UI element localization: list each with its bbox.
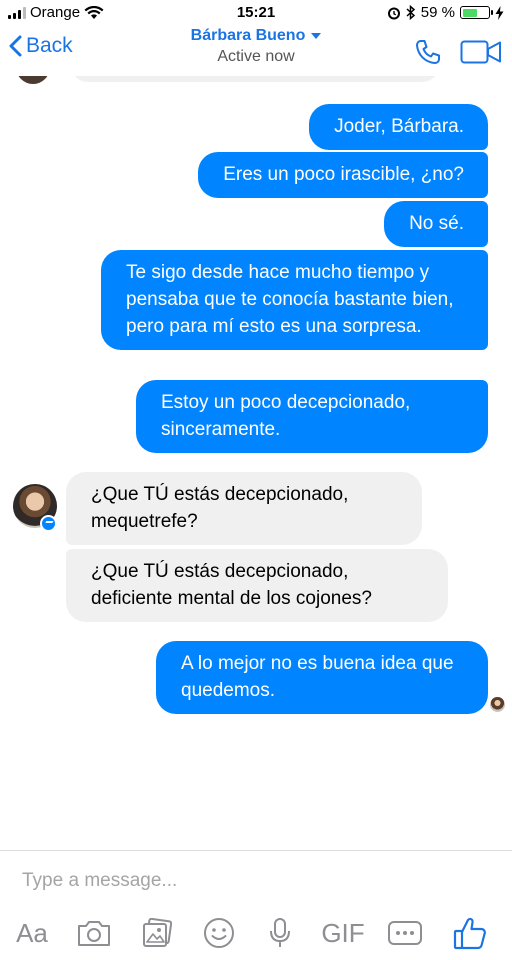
- outgoing-message[interactable]: Eres un poco irascible, ¿no?: [198, 152, 488, 198]
- thumbs-up-icon: [453, 917, 486, 950]
- outgoing-message[interactable]: Te sigo desde hace mucho tiempo y pensab…: [101, 250, 488, 350]
- outgoing-message[interactable]: Joder, Bárbara.: [309, 104, 488, 150]
- camera-icon: [78, 921, 110, 946]
- smiley-icon: [204, 918, 234, 948]
- caret-down-icon: [311, 33, 322, 39]
- text-format-label: Aa: [16, 917, 48, 948]
- composer-toolbar: Aa GIF: [0, 913, 512, 953]
- battery-percent: 59 %: [420, 4, 455, 21]
- gif-button[interactable]: GIF: [318, 913, 368, 953]
- incoming-message[interactable]: ¿Que TÚ estás decepcionado, deficiente m…: [66, 549, 448, 622]
- status-right: 59 %: [387, 4, 504, 21]
- text-format-button[interactable]: Aa: [12, 913, 52, 953]
- contact-name-row[interactable]: Bárbara Bueno: [191, 27, 322, 45]
- charging-icon: [495, 5, 504, 20]
- phone-icon[interactable]: [414, 38, 442, 66]
- gif-label: GIF: [321, 917, 365, 948]
- contact-name: Bárbara Bueno: [190, 27, 306, 44]
- voice-message-button[interactable]: [260, 913, 300, 953]
- battery-level-fill: [462, 8, 478, 17]
- emoji-button[interactable]: [199, 913, 239, 953]
- battery-icon: [460, 6, 493, 19]
- message-input[interactable]: [22, 870, 482, 892]
- like-button[interactable]: [450, 913, 490, 953]
- photo-gallery-icon: [143, 918, 172, 947]
- message-list[interactable]: Joder, Bárbara. Eres un poco irascible, …: [0, 76, 512, 850]
- microphone-icon: [270, 918, 290, 947]
- more-options-button[interactable]: [385, 913, 425, 953]
- camera-button[interactable]: [74, 913, 114, 953]
- outgoing-message[interactable]: Estoy un poco decepcionado, sinceramente…: [136, 380, 488, 453]
- alarm-icon: [387, 7, 400, 19]
- more-icon: [388, 921, 422, 945]
- read-receipt-avatar: [490, 697, 505, 712]
- outgoing-message[interactable]: A lo mejor no es buena idea que quedemos…: [156, 641, 488, 714]
- composer: Aa: [0, 850, 512, 960]
- partial-message-bubble: [70, 76, 440, 82]
- outgoing-message[interactable]: No sé.: [384, 201, 488, 247]
- header-actions: [414, 38, 502, 66]
- chat-header: Back Bárbara Bueno Active now: [0, 26, 512, 76]
- video-call-icon[interactable]: [460, 39, 502, 65]
- messenger-badge-icon: [40, 515, 57, 532]
- status-bar: Orange 15:21 59 %: [0, 0, 512, 26]
- bluetooth-icon: [406, 5, 415, 20]
- avatar: [16, 76, 50, 84]
- photos-button[interactable]: [137, 913, 177, 953]
- incoming-message[interactable]: ¿Que TÚ estás decepcionado, mequetrefe?: [66, 472, 422, 545]
